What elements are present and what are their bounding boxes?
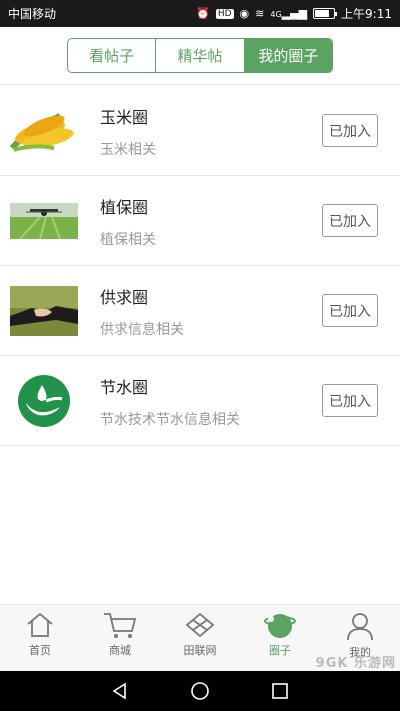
joined-button[interactable]: 已加入 (322, 294, 378, 327)
recents-button[interactable] (260, 671, 300, 711)
home-circle-icon (191, 682, 209, 700)
recents-icon (272, 683, 288, 699)
circle-desc: 供求信息相关 (100, 322, 184, 338)
joined-button[interactable]: 已加入 (322, 384, 378, 417)
hd-icon: HD (215, 8, 234, 19)
nav-label: 商城 (109, 644, 131, 657)
cart-icon (104, 613, 137, 638)
corn-image (10, 101, 78, 161)
network-icon (185, 612, 215, 638)
circle-desc: 玉米相关 (100, 142, 156, 158)
system-nav-bar (0, 671, 400, 711)
wifi-icon: ≋ (255, 7, 265, 20)
joined-button[interactable]: 已加入 (322, 204, 378, 237)
back-button[interactable] (100, 671, 140, 711)
circle-title: 节水圈 (100, 378, 149, 397)
status-bar: 中国移动 ⏰ HD ◉ ≋ 4G▂▄▆ 上午9:11 (0, 0, 400, 27)
alarm-icon: ⏰ (196, 7, 210, 20)
nav-network[interactable]: 田联网 (160, 605, 240, 671)
circle-title: 玉米圈 (100, 108, 149, 127)
circle-desc: 节水技术节水信息相关 (100, 412, 240, 428)
nav-label: 首页 (29, 644, 51, 657)
drone-field-image (10, 191, 78, 251)
tab-my-circles[interactable]: 我的圈子 (244, 39, 332, 72)
circle-icon (264, 614, 296, 638)
watermark-label: 9GK 乐游网 (315, 656, 396, 671)
nav-label: 圈子 (269, 644, 291, 657)
home-button[interactable] (180, 671, 220, 711)
water-saving-logo (10, 371, 78, 431)
tab-featured[interactable]: 精华帖 (156, 39, 245, 72)
circle-title: 植保圈 (100, 198, 149, 217)
list-item-water-saving[interactable]: 节水圈 节水技术节水信息相关 已加入 (0, 356, 400, 446)
circle-desc: 植保相关 (100, 232, 156, 248)
back-icon (112, 682, 126, 700)
joined-button[interactable]: 已加入 (322, 114, 378, 147)
carrier-label: 中国移动 (8, 7, 57, 21)
nav-circle[interactable]: 圈子 (240, 605, 320, 671)
eye-icon: ◉ (239, 7, 250, 20)
clock-label: 上午9:11 (341, 7, 392, 21)
header: 看帖子 精华帖 我的圈子 (0, 27, 400, 85)
list-item-corn[interactable]: 玉米圈 玉米相关 已加入 (0, 86, 400, 176)
circle-title: 供求圈 (100, 288, 149, 307)
battery-icon (313, 8, 338, 19)
handshake-image (10, 281, 78, 341)
home-icon (27, 612, 53, 637)
status-icons: ⏰ HD ◉ ≋ 4G▂▄▆ 上午9:11 (196, 5, 392, 22)
segmented-tabs: 看帖子 精华帖 我的圈子 (67, 38, 333, 73)
nav-mall[interactable]: 商城 (80, 605, 160, 671)
circle-list: 玉米圈 玉米相关 已加入 植保圈 植保相关 已加入 供求圈 供求信息相关 已加入… (0, 86, 400, 446)
nav-label: 田联网 (183, 644, 217, 657)
signal-label: 4G (270, 10, 282, 19)
list-item-plant-protection[interactable]: 植保圈 植保相关 已加入 (0, 176, 400, 266)
list-item-supply-demand[interactable]: 供求圈 供求信息相关 已加入 (0, 266, 400, 356)
tab-posts[interactable]: 看帖子 (68, 39, 157, 72)
signal-icon: 4G▂▄▆ (270, 7, 308, 20)
nav-home[interactable]: 首页 (0, 605, 80, 671)
person-icon (347, 613, 373, 641)
